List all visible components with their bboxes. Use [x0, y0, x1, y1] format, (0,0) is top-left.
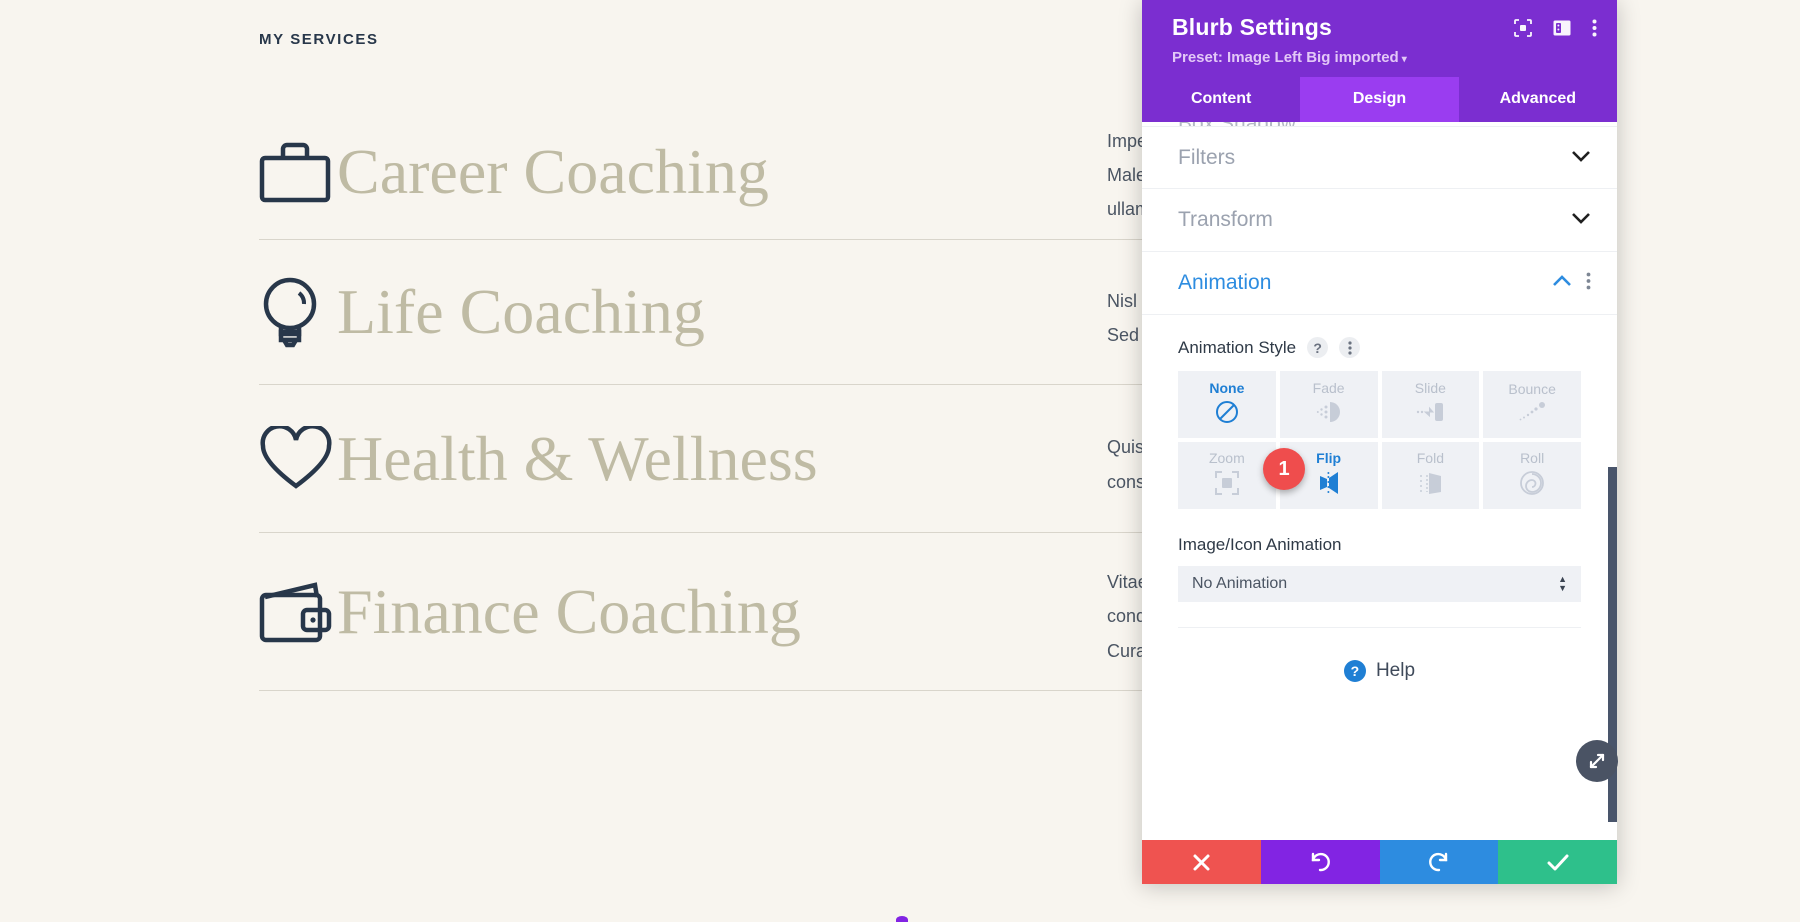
modal-header: Blurb Settings Preset: Image Left Big im… [1142, 0, 1617, 77]
animation-style-header: Animation Style ? [1178, 337, 1581, 358]
blurb-settings-modal: Blurb Settings Preset: Image Left Big im… [1142, 0, 1617, 884]
service-row-left: Career Coaching [259, 136, 1079, 208]
animation-style-label: Animation Style [1178, 337, 1297, 357]
animation-style-fold-label: Fold [1416, 450, 1444, 466]
redo-button[interactable] [1379, 840, 1499, 884]
animation-style-none-label: None [1209, 380, 1245, 396]
section-filters-label: Filters [1178, 145, 1236, 169]
modal-title: Blurb Settings [1172, 14, 1332, 40]
flip-panel-icon [1316, 470, 1342, 501]
image-icon-animation-label: Image/Icon Animation [1178, 535, 1342, 554]
chevron-up-icon[interactable] [1552, 274, 1572, 292]
help-label: Help [1375, 660, 1416, 681]
lightbulb-icon [259, 276, 337, 348]
section-animation[interactable]: Animation [1142, 252, 1617, 315]
section-filters-controls [1571, 149, 1591, 167]
chevron-down-icon[interactable] [1571, 211, 1591, 229]
preset-selector[interactable]: Preset: Image Left Big imported ▾ [1172, 49, 1407, 66]
help-icon[interactable]: ? [1307, 337, 1329, 358]
resize-diagonal-icon[interactable] [1576, 740, 1618, 782]
kebab-menu-icon[interactable] [1592, 19, 1597, 42]
no-entry-icon [1215, 400, 1239, 429]
section-animation-controls [1552, 272, 1591, 295]
chevron-down-icon[interactable] [1571, 149, 1591, 167]
briefcase-icon [259, 141, 337, 203]
focus-target-icon[interactable] [1514, 19, 1532, 42]
section-transform[interactable]: Transform [1142, 189, 1617, 252]
service-row-left: Health & Wellness [259, 425, 1079, 492]
image-icon-animation-field: Image/Icon Animation No Animation ▲ ▼ [1178, 535, 1581, 602]
animation-style-none[interactable]: None [1178, 371, 1276, 438]
modal-header-top: Blurb Settings [1172, 14, 1597, 42]
step-badge: 1 [1263, 448, 1305, 490]
page-bottom-marker [896, 916, 908, 922]
help-icon: ? [1343, 660, 1366, 682]
fold-page-icon [1417, 470, 1443, 501]
modal-header-actions [1514, 14, 1597, 42]
preset-label: Preset: Image Left Big imported [1172, 49, 1399, 66]
section-animation-label: Animation [1178, 271, 1272, 294]
modal-scroll-area: Box Shadow Filters Transform Animation [1142, 122, 1617, 840]
animation-style-grid: None Fade Slide Bounce Zoom Flip Fold Ro… [1178, 371, 1581, 509]
image-icon-animation-value: No Animation [1192, 575, 1288, 592]
section-filters[interactable]: Filters [1142, 126, 1617, 189]
animation-style-fold[interactable]: Fold [1381, 442, 1480, 509]
bounce-dots-icon [1518, 401, 1546, 428]
roll-spiral-icon [1519, 470, 1545, 501]
heart-icon [259, 425, 337, 492]
animation-style-slide-label: Slide [1414, 380, 1446, 396]
animation-style-zoom-label: Zoom [1208, 450, 1245, 466]
animation-style-slide[interactable]: Slide [1381, 371, 1480, 438]
animation-style-flip-label: Flip [1316, 450, 1342, 466]
service-title: Career Coaching [337, 136, 769, 208]
discard-button[interactable] [1142, 840, 1261, 884]
animation-style-fade[interactable]: Fade [1279, 371, 1378, 438]
service-title: Finance Coaching [337, 575, 801, 647]
section-transform-controls [1571, 211, 1591, 229]
tab-design[interactable]: Design [1300, 77, 1459, 122]
animation-style-zoom[interactable]: Zoom [1178, 442, 1276, 509]
animation-style-roll-label: Roll [1520, 450, 1545, 466]
service-title: Health & Wellness [337, 422, 818, 494]
service-title: Life Coaching [337, 276, 705, 348]
kebab-menu-icon[interactable] [1586, 272, 1591, 295]
service-row-left: Finance Coaching [259, 578, 1079, 645]
slide-arrow-icon [1416, 400, 1444, 429]
animation-style-bounce-label: Bounce [1508, 381, 1556, 397]
chevron-down-icon: ▾ [1401, 54, 1407, 65]
panel-scrollbar[interactable] [1608, 122, 1617, 840]
tab-content[interactable]: Content [1142, 77, 1301, 122]
animation-style-roll[interactable]: Roll [1483, 442, 1581, 509]
service-row-left: Life Coaching [259, 276, 1079, 348]
modal-tabs: Content Design Advanced [1142, 77, 1617, 122]
section-eyebrow: MY SERVICES [259, 31, 379, 48]
stepper-arrows-icon: ▲ ▼ [1558, 574, 1567, 593]
wallet-icon [259, 579, 337, 645]
kebab-menu-icon[interactable] [1339, 337, 1361, 358]
animation-style-bounce[interactable]: Bounce [1483, 371, 1581, 438]
save-button[interactable] [1498, 840, 1617, 884]
image-icon-animation-select[interactable]: No Animation ▲ ▼ [1178, 566, 1581, 602]
panel-layout-icon[interactable] [1553, 20, 1571, 41]
animation-section-body: Animation Style ? None Fade Slide Bounce… [1142, 315, 1617, 682]
section-transform-label: Transform [1178, 208, 1273, 231]
tab-advanced[interactable]: Advanced [1458, 77, 1617, 122]
undo-button[interactable] [1260, 840, 1380, 884]
fade-dots-icon [1316, 400, 1342, 429]
animation-style-fade-label: Fade [1312, 380, 1345, 396]
help-link[interactable]: ? Help [1178, 628, 1581, 682]
modal-footer [1142, 840, 1617, 884]
zoom-expand-icon [1214, 470, 1240, 501]
